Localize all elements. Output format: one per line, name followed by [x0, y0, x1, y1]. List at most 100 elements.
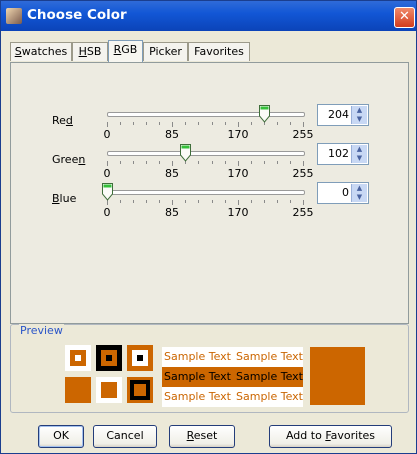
sample-text: Sample Text — [164, 370, 231, 383]
slider-tick-label: 85 — [165, 167, 179, 180]
slider-tick — [146, 200, 147, 203]
tab-hsb[interactable]: HSB — [72, 42, 108, 61]
slider-tick — [251, 161, 252, 164]
slider-tick — [120, 122, 121, 125]
slider-tick — [146, 122, 147, 125]
red-slider-thumb[interactable] — [258, 105, 270, 123]
slider-tick-label: 85 — [165, 206, 179, 219]
slider-tick — [303, 122, 304, 127]
preview-swatch-black-bg — [96, 345, 122, 371]
slider-tick-label: 0 — [103, 167, 111, 180]
slider-tick — [225, 161, 226, 164]
preview-swatch-white-square — [96, 377, 122, 403]
slider-tick-label: 170 — [227, 128, 249, 141]
slider-tick — [238, 122, 239, 127]
red-slider-track[interactable] — [107, 112, 305, 117]
slider-tick-label: 255 — [292, 167, 314, 180]
tab-favorites[interactable]: Favorites — [188, 42, 250, 61]
slider-tick — [198, 200, 199, 203]
slider-tick — [198, 122, 199, 125]
slider-tick-label: 255 — [292, 206, 314, 219]
spin-down-icon[interactable]: ▼ — [354, 154, 365, 162]
spin-up-icon[interactable]: ▲ — [354, 145, 365, 153]
spin-up-icon[interactable]: ▲ — [354, 106, 365, 114]
sample-row-2: Sample Text Sample Text — [162, 367, 303, 387]
slider-tick — [238, 161, 239, 166]
sample-text: Sample Text — [236, 350, 303, 363]
slider-tick — [172, 122, 173, 127]
slider-tick — [146, 161, 147, 164]
slider-tick — [212, 200, 213, 203]
close-button[interactable]: ✕ — [394, 7, 415, 28]
slider-tick — [120, 200, 121, 203]
slider-tick — [290, 161, 291, 164]
green-slider-track[interactable] — [107, 151, 305, 156]
title-bar[interactable]: Choose Color ✕ — [1, 1, 416, 31]
blue-value-spinner[interactable]: 0 ▲ ▼ — [317, 182, 369, 204]
slider-tick — [225, 122, 226, 125]
slider-tick-label: 0 — [103, 128, 111, 141]
spinner-value: 102 — [328, 147, 349, 160]
blue-slider-thumb[interactable] — [102, 183, 113, 201]
spin-down-icon[interactable]: ▼ — [354, 115, 365, 123]
slider-tick — [172, 200, 173, 205]
slider-tick — [264, 200, 265, 203]
slider-tick — [159, 200, 160, 203]
slider-tick — [159, 122, 160, 125]
window-title: Choose Color — [27, 7, 127, 23]
slider-tick — [120, 161, 121, 164]
slider-tick — [133, 161, 134, 164]
red-label: Red — [52, 114, 73, 127]
up-down-arrows-icon[interactable]: ▲ ▼ — [351, 184, 367, 202]
slider-tick — [277, 161, 278, 164]
spin-up-icon[interactable]: ▲ — [354, 184, 365, 192]
tab-rgb[interactable]: RGB — [108, 40, 143, 62]
add-to-favorites-button[interactable]: Add to Favorites — [269, 425, 392, 448]
slider-tick-label: 85 — [165, 128, 179, 141]
tab-picker[interactable]: Picker — [143, 42, 188, 61]
slider-tick — [133, 200, 134, 203]
sample-text: Sample Text — [164, 390, 231, 403]
slider-tick — [212, 122, 213, 125]
slider-tick — [290, 200, 291, 203]
preview-color-large — [310, 347, 365, 405]
ok-button[interactable]: OK — [38, 425, 84, 448]
slider-tick-label: 170 — [227, 167, 249, 180]
green-slider-thumb[interactable] — [180, 144, 192, 162]
preview-group: Preview Sample Text Sample Text Sample T… — [10, 324, 409, 413]
slider-tick — [277, 200, 278, 203]
app-icon — [6, 8, 22, 24]
slider-tick — [290, 122, 291, 125]
preview-swatch-white-bg — [65, 345, 91, 371]
spin-down-icon[interactable]: ▼ — [354, 193, 365, 201]
slider-tick-label: 255 — [292, 128, 314, 141]
slider-tick-label: 0 — [103, 206, 111, 219]
slider-tick — [133, 122, 134, 125]
slider-tick — [277, 122, 278, 125]
up-down-arrows-icon[interactable]: ▲ ▼ — [351, 106, 367, 124]
slider-tick — [185, 122, 186, 125]
preview-swatch-orange-bg-black — [127, 345, 153, 371]
sample-text: Sample Text — [236, 390, 303, 403]
sample-row-1: Sample Text Sample Text — [162, 347, 303, 367]
sample-text: Sample Text — [164, 350, 231, 363]
slider-tick — [107, 161, 108, 166]
tab-swatches[interactable]: Swatches — [10, 42, 72, 61]
cancel-button[interactable]: Cancel — [93, 425, 157, 448]
slider-tick-label: 170 — [227, 206, 249, 219]
sample-text: Sample Text — [236, 370, 303, 383]
green-value-spinner[interactable]: 102 ▲ ▼ — [317, 143, 369, 165]
reset-button[interactable]: Reset — [169, 425, 235, 448]
red-value-spinner[interactable]: 204 ▲ ▼ — [317, 104, 369, 126]
slider-tick — [264, 161, 265, 164]
slider-tick — [303, 200, 304, 205]
slider-tick — [159, 161, 160, 164]
sample-row-3: Sample Text Sample Text — [162, 387, 303, 407]
choose-color-dialog: Choose Color ✕ Swatches HSB RGB Picker F… — [0, 0, 417, 454]
up-down-arrows-icon[interactable]: ▲ ▼ — [351, 145, 367, 163]
blue-slider-track[interactable] — [107, 190, 305, 195]
slider-tick — [251, 200, 252, 203]
spinner-value: 0 — [342, 186, 349, 199]
slider-tick — [225, 200, 226, 203]
preview-swatch-black-frame — [127, 377, 153, 403]
